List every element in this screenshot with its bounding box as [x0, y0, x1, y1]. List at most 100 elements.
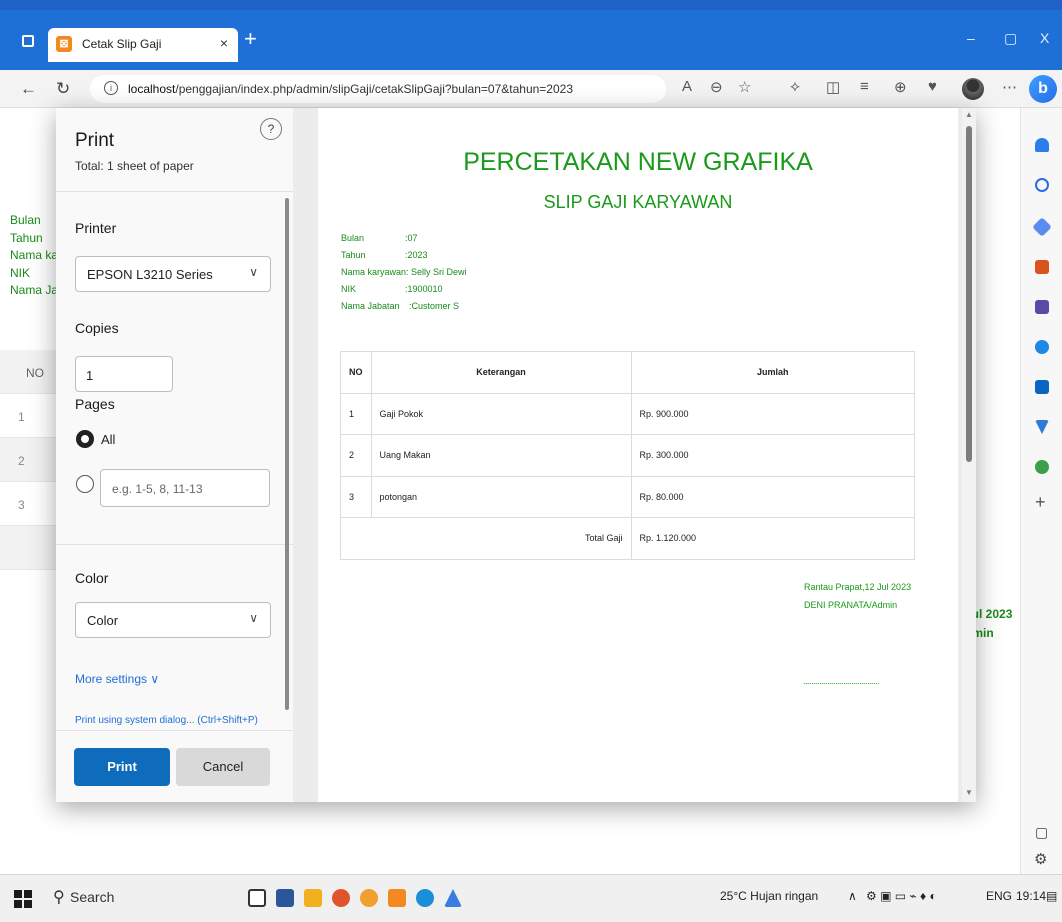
row-jumlah: Rp. 900.000	[630, 392, 915, 435]
sign-name: DENI PRANATA/Admin	[804, 600, 898, 610]
browser-title-bar: ⊠ Cetak Slip Gaji × + – ▢ X	[0, 0, 1062, 70]
taskbar: ⚲ Search 25°C Hujan ringan ∧ ⚙ ▣ ▭ ⌁ ♦ ◐…	[0, 874, 1062, 922]
color-select[interactable]: Color ∨	[75, 602, 271, 638]
clock[interactable]: 19:14	[1016, 889, 1046, 903]
read-aloud-icon[interactable]: A	[682, 78, 692, 95]
color-label: Color	[75, 570, 109, 586]
zoom-icon[interactable]: ⊖	[710, 78, 723, 96]
scroll-down-icon[interactable]: ▼	[965, 788, 973, 797]
weather-widget[interactable]: 25°C Hujan ringan	[720, 889, 818, 903]
health-icon[interactable]: ♥	[928, 78, 937, 95]
task-view-icon[interactable]	[248, 889, 266, 907]
cancel-button[interactable]: Cancel	[176, 748, 270, 786]
split-screen-icon[interactable]: ◫	[826, 78, 840, 96]
preview-scrollbar[interactable]: ▲ ▼	[962, 108, 976, 802]
bing-copilot-icon[interactable]: b	[1029, 75, 1057, 103]
printer-select[interactable]: EPSON L3210 Series ∨	[75, 256, 271, 292]
top-strip	[0, 0, 1062, 10]
taskbar-search-label[interactable]: Search	[70, 889, 114, 905]
panel-scrollbar[interactable]	[285, 198, 289, 710]
total-label: Total Gaji	[340, 517, 632, 560]
back-icon[interactable]: ←	[20, 79, 37, 99]
divider	[56, 544, 293, 545]
salary-table: NO Keterangan Jumlah 1 Gaji Pokok Rp. 90…	[340, 351, 915, 560]
settings-gear-icon[interactable]: ⚙	[1034, 850, 1047, 868]
pages-custom-radio[interactable]	[76, 475, 94, 493]
row-keterangan: Uang Makan	[370, 434, 632, 477]
chevron-down-icon: ∨	[249, 265, 258, 279]
drop-icon[interactable]	[1035, 420, 1049, 434]
chevron-down-icon: ∨	[249, 611, 258, 625]
header-jumlah: Jumlah	[630, 351, 915, 394]
more-settings-link[interactable]: More settings ∨	[75, 672, 159, 686]
scroll-up-icon[interactable]: ▲	[965, 110, 973, 119]
more-menu-icon[interactable]: ⋯	[1002, 78, 1017, 96]
pages-all-label: All	[101, 432, 116, 447]
info-row: Nama Jabatan :Customer S	[341, 298, 467, 315]
favorite-star-icon[interactable]: ☆	[738, 78, 751, 96]
window-close-icon[interactable]: X	[1040, 30, 1049, 46]
total-row: Total Gaji Rp. 1.120.000	[340, 517, 915, 560]
system-dialog-link[interactable]: Print using system dialog... (Ctrl+Shift…	[75, 715, 258, 726]
search-icon[interactable]: ⚲	[53, 887, 65, 907]
background-table: NO 1 2 3	[0, 350, 60, 570]
maximize-icon[interactable]: ▢	[1004, 30, 1017, 47]
tray-icons[interactable]: ⚙ ▣ ▭ ⌁ ♦ ◐	[866, 889, 937, 903]
refresh-icon[interactable]: ↻	[56, 79, 70, 99]
add-sidebar-icon[interactable]: +	[1035, 492, 1046, 513]
language-indicator[interactable]: ENG	[986, 889, 1012, 903]
word-icon[interactable]	[276, 889, 294, 907]
tray-chevron-icon[interactable]: ∧	[848, 889, 857, 903]
header-no: NO	[340, 351, 372, 394]
notification-center-icon[interactable]: ▤	[1046, 889, 1057, 903]
print-subtitle: Total: 1 sheet of paper	[75, 159, 194, 173]
sidebar-toggle-icon[interactable]: ▢	[1035, 824, 1048, 841]
file-explorer-icon[interactable]	[304, 889, 322, 907]
extensions-icon[interactable]: ⟡	[790, 78, 800, 95]
windows-start-icon[interactable]	[14, 890, 32, 908]
site-info-icon[interactable]: i	[104, 81, 118, 95]
pages-all-radio[interactable]	[76, 430, 94, 448]
copies-input[interactable]: 1	[75, 356, 173, 392]
header-keterangan: Keterangan	[370, 351, 632, 394]
url-field[interactable]: i localhost/penggajian/index.php/admin/s…	[90, 75, 666, 103]
edge-icon[interactable]	[416, 889, 434, 907]
search-sidebar-icon[interactable]	[1035, 178, 1049, 192]
chrome-icon[interactable]	[332, 889, 350, 907]
more-settings-label: More settings	[75, 672, 148, 686]
preview-scroll-thumb[interactable]	[966, 126, 972, 462]
print-title: Print	[75, 130, 115, 151]
shopping-icon[interactable]	[1035, 260, 1049, 274]
pages-label: Pages	[75, 396, 115, 412]
games-icon[interactable]	[1035, 300, 1049, 314]
bg-table-row: 3	[0, 482, 60, 526]
browser-tab[interactable]: ⊠ Cetak Slip Gaji ×	[48, 28, 238, 62]
tree-icon[interactable]	[1035, 460, 1049, 474]
info-key: Nama Jabatan	[341, 301, 400, 311]
xampp-icon[interactable]	[388, 889, 406, 907]
pages-range-input[interactable]: e.g. 1-5, 8, 11-13	[100, 469, 270, 507]
bg-table-row: 1	[0, 394, 60, 438]
info-value: :Customer S	[409, 301, 460, 311]
office-icon[interactable]	[1035, 340, 1049, 354]
app-drop-icon[interactable]	[444, 889, 462, 907]
minimize-icon[interactable]: –	[967, 30, 975, 46]
print-button[interactable]: Print	[74, 748, 170, 786]
collections-icon[interactable]: ⊕	[894, 78, 907, 96]
notifications-icon[interactable]	[1035, 138, 1049, 152]
bg-table-row	[0, 526, 60, 570]
url-host: localhost	[128, 82, 176, 96]
tab-close-icon[interactable]: ×	[220, 35, 228, 51]
favorites-icon[interactable]: ≡	[860, 78, 869, 95]
info-row: NIK:1900010	[341, 281, 467, 298]
tab-actions-icon[interactable]	[22, 35, 34, 47]
tab-favicon-icon: ⊠	[56, 36, 72, 52]
chrome-alt-icon[interactable]	[360, 889, 378, 907]
new-tab-icon[interactable]: +	[244, 26, 257, 52]
outlook-icon[interactable]	[1035, 380, 1049, 394]
profile-avatar[interactable]	[962, 78, 984, 100]
url-text: localhost/penggajian/index.php/admin/sli…	[128, 82, 573, 96]
help-icon[interactable]: ?	[260, 118, 282, 140]
info-value: : Selly Sri Dewi	[406, 267, 467, 277]
tag-icon[interactable]	[1032, 217, 1052, 237]
